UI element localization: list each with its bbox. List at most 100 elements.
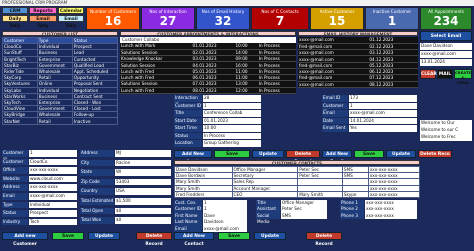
form-input[interactable]: Group Gathering	[203, 140, 261, 147]
contact-cell: Mary Smith	[297, 190, 343, 198]
form-label: Start Date	[174, 117, 202, 124]
form-input[interactable]: $0	[115, 207, 171, 215]
save-email-button[interactable]: Save	[354, 150, 384, 158]
save-contact-button[interactable]: Save	[218, 232, 250, 240]
form-input[interactable]: xxx-xxx-xxxx	[29, 184, 77, 191]
customer-cell: StarNet	[2, 117, 38, 125]
stat-tile: Active Customer 15	[310, 7, 364, 30]
stat-tile: Number of Customers 16	[86, 7, 140, 30]
form-label: Type	[2, 201, 28, 209]
delete-email-button[interactable]: Delete Reco	[418, 150, 452, 158]
welcome-item-3[interactable]: Welcome to Frec	[420, 134, 472, 141]
stat-value: 16	[104, 14, 122, 28]
form-input[interactable]: Individual	[29, 201, 77, 209]
stat-tile: Nos of C Contacts 7	[251, 7, 309, 30]
customer-list-title: CUSTOMER LIST	[2, 31, 118, 37]
form-input[interactable]: MJ	[115, 150, 171, 157]
form-label: Status	[174, 132, 202, 139]
daily-tally-button[interactable]: Daily Tally	[2, 15, 28, 29]
delete-appt-button[interactable]: Delete Record	[286, 150, 320, 165]
form-label: Total Open	[80, 207, 114, 215]
contact-cell: xxx-xxx-xxxx	[367, 190, 421, 198]
add-new-email-button[interactable]: Add New Email	[322, 150, 352, 165]
form-input[interactable]: 1	[29, 150, 77, 157]
form-label: Customer	[2, 158, 28, 166]
form-label: Customer ID	[174, 102, 202, 109]
form-input[interactable]: www.cloud.com	[29, 175, 77, 183]
form-label: Total Won	[80, 217, 114, 224]
appointment-row[interactable]: Lunch with Mark 01.01.2023 10:00 In Process	[120, 43, 296, 50]
appointment-row[interactable]: Solutions Session 07.01.2023 13:00 In Proce…	[120, 80, 296, 88]
form-input[interactable]: Prospect	[29, 210, 77, 217]
update-email-button[interactable]: Update	[386, 150, 416, 158]
appointment-row[interactable]: Knowledge Knockar 03.01.2023 09:00 In Proce…	[120, 55, 296, 63]
form-input[interactable]: USA	[115, 188, 171, 195]
form-input[interactable]: 14.01.2024	[349, 117, 417, 124]
create-send-button[interactable]: CREATE & SEND	[454, 69, 472, 85]
select-email-button[interactable]: Select Email	[420, 31, 472, 41]
form-input[interactable]: 1	[203, 102, 261, 109]
contact-row[interactable]: Fred Fredders CEO Mary Smith Skype xxx-xxx-x…	[174, 190, 421, 198]
calendar-button[interactable]: Calendar	[58, 7, 84, 14]
form-input[interactable]: Racine	[115, 159, 171, 167]
form-input[interactable]: xxxx-@mail.com	[29, 193, 77, 200]
customer-row[interactable]: CloudVine Government Closed - Lost	[2, 105, 119, 113]
delete-customer-button[interactable]: Delete Record	[136, 232, 172, 247]
form-input[interactable]: xxx-xxx-xxxx	[29, 167, 77, 174]
appointment-row[interactable]: Lunch with Fred 08.01.2023 12:00 In Process	[120, 87, 296, 94]
email-row[interactable]: xxxx-@mail.com 08.12.2023	[298, 81, 418, 88]
form-input[interactable]: Tech	[29, 218, 77, 226]
email-date-field[interactable]: 13.01.2024	[420, 59, 472, 66]
add-new-appt-button[interactable]: Add New Appt.	[174, 150, 212, 165]
form-input[interactable]: Conference Collab	[203, 110, 261, 117]
form-label: Date	[322, 117, 348, 124]
form-input[interactable]: 01.01.2023	[203, 117, 261, 124]
save-appt-button[interactable]: Save	[214, 150, 250, 158]
form-label: Status	[2, 210, 28, 217]
form-input[interactable]: 53403	[115, 178, 171, 186]
update-customer-button[interactable]: Update	[88, 232, 120, 240]
form-input[interactable]: 1	[349, 102, 417, 109]
add-new-contact-button[interactable]: Add New Contact	[174, 232, 214, 247]
form-label: Industry	[2, 218, 28, 226]
form-input[interactable]: CloudCo	[29, 158, 77, 166]
customer-row[interactable]: StarNet Retail Inactive	[2, 117, 119, 125]
delete-contact-button[interactable]: Delete Record	[306, 232, 342, 247]
form-input[interactable]: 10:00	[203, 125, 261, 132]
form-input[interactable]: 173	[349, 95, 417, 102]
form-label: Email Sent	[322, 125, 348, 132]
form-input[interactable]: xxxx-@mail.com	[349, 110, 417, 117]
update-contact-button[interactable]: Update	[254, 232, 286, 240]
form-input[interactable]: 28	[203, 95, 261, 102]
stat-tile: Inactive Customer 1	[365, 7, 419, 30]
form-input[interactable]: SMS	[281, 212, 327, 220]
save-customer-button[interactable]: Save	[52, 232, 84, 240]
update-appt-button[interactable]: Update	[252, 150, 284, 158]
contact-email-field[interactable]: xxxx-@mail.com	[420, 51, 472, 58]
appointment-row[interactable]: Lunch with Fred 06.01.2023 11:00 In Process	[120, 74, 296, 82]
form-input[interactable]: In Process	[203, 132, 261, 139]
contact-cell: Skype	[341, 190, 369, 198]
email-tally-2-button[interactable]: Email Tally	[58, 15, 84, 29]
appointment-row[interactable]: Solution Session 04.01.2023 16:00 In Proces…	[120, 61, 296, 69]
clear-button[interactable]: CLEAR	[420, 69, 437, 79]
appointment-row[interactable]: Lunch with Fred 05.01.2023 11:00 In Process	[120, 68, 296, 76]
reports-button[interactable]: Reports	[29, 7, 57, 14]
form-input[interactable]: xxx-xxx-xxxx	[365, 212, 417, 220]
customer-row[interactable]: SkyTech Enterprise Closed - Won	[2, 98, 119, 107]
form-input[interactable]: $1,500	[115, 198, 171, 205]
welcome-item-1[interactable]: Welcome to Our	[420, 120, 472, 127]
mail-button[interactable]: MAIL	[437, 69, 453, 79]
appointment-row[interactable]: Solutions Session 02.01.2023 14:00 In Proce…	[120, 49, 296, 57]
form-input[interactable]: $0	[115, 217, 171, 224]
form-input[interactable]: Yes	[349, 125, 417, 132]
customer-row[interactable]: RiderTide Wholesale Appt. Scheduled	[2, 67, 119, 76]
appointment-cell: In Process	[257, 87, 296, 94]
crm-button[interactable]: CRM	[2, 7, 28, 14]
welcome-item-2[interactable]: Welcome to our C	[420, 127, 472, 134]
email-tally-button[interactable]: Email Tally	[29, 15, 57, 29]
form-input[interactable]: WI	[115, 169, 171, 176]
form-label: Customer ID	[322, 102, 348, 114]
contact-name-field[interactable]: Dave Davidson	[420, 43, 472, 50]
add-new-customer-button[interactable]: Add new Customer	[2, 232, 48, 247]
